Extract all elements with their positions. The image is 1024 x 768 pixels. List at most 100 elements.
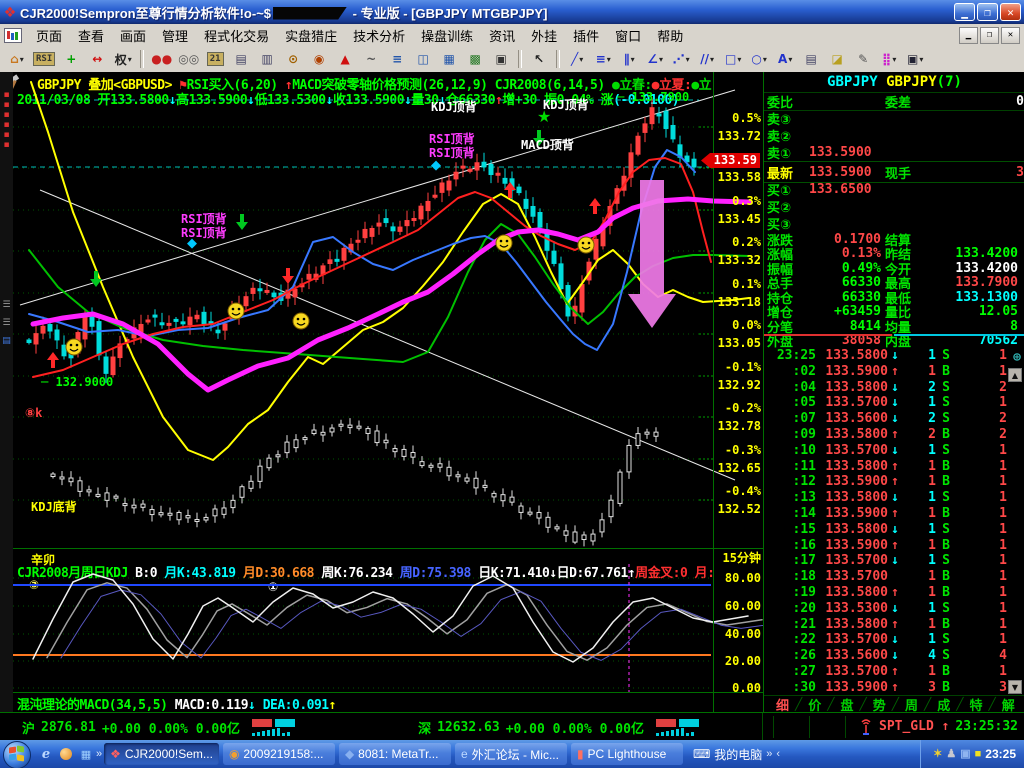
tab-细[interactable]: 细 (770, 695, 795, 714)
toolbar-expand-chevron[interactable]: » (766, 748, 772, 760)
child-restore-button[interactable]: ❐ (980, 26, 999, 44)
chart-column: GBPJPY 叠加<GBPUSD> ⚑RSI买入(6,20) ↑MACD突破零轴… (13, 72, 763, 712)
start-button[interactable] (2, 741, 32, 768)
ellipse-tool[interactable]: ○ ▾ (747, 48, 771, 70)
tick-row: :18 133.5700 1 B 1 (792, 569, 1007, 585)
restore-button[interactable]: ❐ (977, 3, 998, 21)
quote-level-row: 卖③ (767, 113, 792, 128)
monitor-window-icon[interactable]: ▣ (489, 48, 513, 70)
child-close-button[interactable]: ✕ (1001, 26, 1020, 44)
taskbar-task-button[interactable]: ◉ 2009219158:... (222, 743, 335, 765)
tab-盘[interactable]: 盘 (835, 695, 860, 714)
list-marker-icon[interactable]: ☰ (2, 318, 11, 328)
split-columns-icon[interactable]: ◫ (411, 48, 435, 70)
taskbar-task-button[interactable]: ▮ PC Lighthouse (570, 743, 683, 765)
rights-restore-icon[interactable]: 权 ▾ (111, 48, 135, 70)
quicklaunch-desktop-icon[interactable]: ▦ (77, 745, 95, 763)
interval-label[interactable]: 15分钟 (711, 549, 761, 566)
trend-line-tool[interactable]: ╱ ▾ (565, 48, 589, 70)
tray-star-icon[interactable]: ✶ (933, 748, 942, 760)
menu-资讯[interactable]: 资讯 (481, 24, 523, 47)
taskbar-task-button[interactable]: e 外汇论坛 - Mic... (454, 743, 567, 765)
tray-note-icon[interactable]: ■ (975, 748, 982, 760)
scroll-down-button[interactable]: ▼ (1008, 680, 1022, 694)
kdj-subchart-canvas[interactable] (13, 564, 763, 692)
globe-icon[interactable]: ⊕ (1013, 350, 1021, 365)
grid-window-icon[interactable]: ▦ (437, 48, 461, 70)
application-window: ❖ CJR2000!Sempron至尊行情分析软件!o-~$ - 专业版 - [… (0, 0, 1024, 768)
tab-价[interactable]: 价 (802, 695, 827, 714)
move-cross-icon[interactable]: + (59, 48, 83, 70)
linked-view-icon[interactable]: ◎◎ (176, 48, 201, 70)
menu-帮助[interactable]: 帮助 (649, 24, 691, 47)
data-feed-label[interactable]: SPT_GLD ↑ (879, 719, 949, 734)
lock-edit-tool[interactable]: ✎ (851, 48, 875, 70)
tick-by-tick-list[interactable]: 23:25 133.5800 ↓ 1 S 1:02 133.5900 ↑ 1 B 1:04 133.5… (764, 348, 1024, 696)
shenzhen-index[interactable]: 深 12632.63 +0.00 0.00% 0.00亿 (418, 718, 702, 737)
taskbar-task-button[interactable]: ❖ CJR2000!Sem... (104, 743, 219, 765)
tray-collapse-chevron[interactable]: ‹ (776, 748, 780, 760)
menu-实盘猎庄[interactable]: 实盘猎庄 (277, 24, 345, 47)
list-marker-icon[interactable]: ☰ (2, 300, 11, 310)
menu-插件[interactable]: 插件 (565, 24, 607, 47)
taskbar-clock[interactable]: 23:25 (985, 747, 1016, 761)
eraser-tool[interactable]: ◪ (825, 48, 849, 70)
horizontal-line-tool[interactable]: ≡ ▾ (591, 48, 615, 70)
signal-lights-icon[interactable]: ●● (149, 48, 174, 70)
menu-技术分析[interactable]: 技术分析 (345, 24, 413, 47)
rectangle-tool[interactable]: □ ▾ (721, 48, 745, 70)
tray-network-icon[interactable]: ▣ (960, 748, 970, 760)
channel-tool[interactable]: ⋰ ▾ (669, 48, 693, 70)
chart-window-icon[interactable]: ▩ (463, 48, 487, 70)
zoom-view-icon[interactable]: ⊙ (281, 48, 305, 70)
close-button[interactable]: ✕ (1000, 3, 1021, 21)
color-palette-tool[interactable]: ⣿ ▾ (877, 48, 901, 70)
cursor-arrow-icon[interactable]: ↖ (527, 48, 551, 70)
child-minimize-button[interactable]: ▁ (959, 26, 978, 44)
alarm-bell-icon[interactable]: ▲ (333, 48, 357, 70)
menu-窗口[interactable]: 窗口 (607, 24, 649, 47)
menu-程式化交易[interactable]: 程式化交易 (196, 24, 277, 47)
antenna-icon (861, 719, 871, 735)
keyboard-icon[interactable]: ⌨ (693, 747, 710, 761)
save-drawing-tool[interactable]: ▣ ▾ (903, 48, 927, 70)
menu-页面[interactable]: 页面 (28, 24, 70, 47)
quicklaunch-messenger-icon[interactable] (57, 745, 75, 763)
menu-外挂[interactable]: 外挂 (523, 24, 565, 47)
shanghai-index[interactable]: 沪 2876.81 +0.00 0.00% 0.00亿 (22, 718, 298, 737)
list-view-icon[interactable]: ≡ (385, 48, 409, 70)
toolbar-separator (556, 50, 561, 68)
calendar-icon[interactable]: 21 (203, 48, 227, 70)
taskbar-task-button[interactable]: ◆ 8081: MetaTr... (338, 743, 451, 765)
tab-特[interactable]: 特 (964, 695, 989, 714)
text-tool[interactable]: A ▾ (773, 48, 797, 70)
tab-势[interactable]: 势 (867, 695, 892, 714)
menu-查看[interactable]: 查看 (70, 24, 112, 47)
plug-connect-icon[interactable]: ~ (359, 48, 383, 70)
tab-周[interactable]: 周 (899, 695, 924, 714)
duplicate-drawing-icon[interactable]: ▤ (799, 48, 823, 70)
menu-管理[interactable]: 管理 (154, 24, 196, 47)
candlestick-chart-canvas[interactable]: ★◆◆ (13, 72, 763, 548)
parallel-hatch-tool[interactable]: //▾ (695, 48, 719, 70)
horizontal-scale-icon[interactable]: ↔ (85, 48, 109, 70)
tray-device-icon[interactable]: ♟ (946, 748, 956, 760)
my-computer-label[interactable]: 我的电脑 (714, 746, 762, 763)
home-page-icon[interactable]: ⌂ ▾ (5, 48, 29, 70)
tick-row: 23:25 133.5800 ↓ 1 S 1 (776, 348, 1007, 363)
copy-pages-icon[interactable]: ▤ (229, 48, 253, 70)
menu-操盘训练[interactable]: 操盘训练 (413, 24, 481, 47)
open-book-icon[interactable]: ▥ (255, 48, 279, 70)
tab-解[interactable]: 解 (996, 695, 1021, 714)
menu-画面[interactable]: 画面 (112, 24, 154, 47)
quote-symbol-header[interactable]: GBPJPY GBPJPY(7) (764, 72, 1024, 93)
tab-成[interactable]: 成 (931, 695, 956, 714)
quicklaunch-ie-icon[interactable]: e (37, 745, 55, 763)
gann-fan-tool[interactable]: ∠ ▾ (643, 48, 667, 70)
rsi-indicator-icon[interactable]: RSI (31, 48, 57, 70)
scroll-up-button[interactable]: ▲ (1008, 368, 1022, 382)
panel-marker-icon[interactable]: ▤ (2, 336, 11, 346)
gauge-icon[interactable]: ◉ (307, 48, 331, 70)
minimize-button[interactable]: ▁ (954, 3, 975, 21)
vertical-line-tool[interactable]: ∥ ▾ (617, 48, 641, 70)
